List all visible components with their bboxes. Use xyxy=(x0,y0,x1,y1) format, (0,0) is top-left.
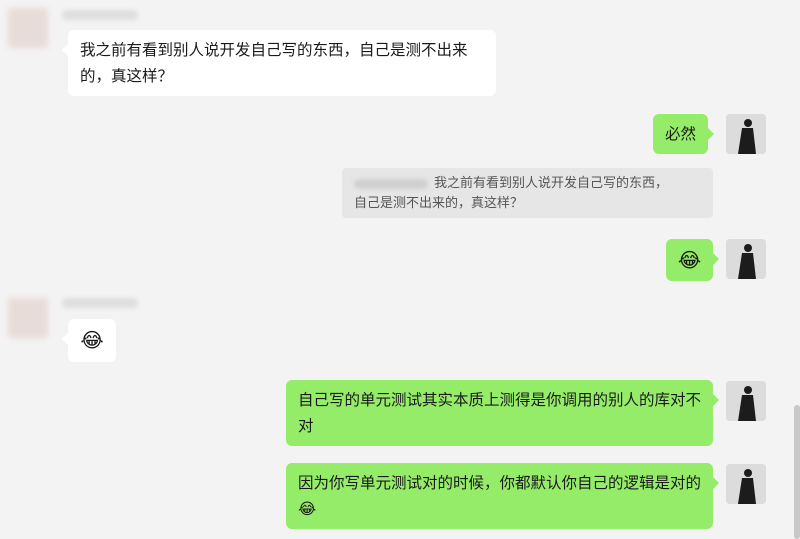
laughing-crying-emoji: 😂 xyxy=(80,328,104,352)
quote-author-redacted xyxy=(354,178,428,189)
message-text: 因为你写单元测试对的时候，你都默认你自己的逻辑是对的 xyxy=(298,474,702,492)
chat-scrollbar[interactable] xyxy=(794,405,800,539)
message-text: 自己写的单元测试其实本质上测得是你调用的别人的库对不对 xyxy=(298,391,702,435)
peer-nickname xyxy=(62,298,138,308)
self-message-bubble[interactable]: 因为你写单元测试对的时候，你都默认你自己的逻辑是对的 😂 xyxy=(286,463,719,529)
laughing-crying-emoji: 😂 xyxy=(298,500,317,518)
person-silhouette-icon xyxy=(726,381,766,421)
peer-nickname xyxy=(62,10,138,20)
person-silhouette-icon xyxy=(726,114,766,154)
self-message-bubble[interactable]: 必然 xyxy=(653,114,715,154)
peer-avatar[interactable] xyxy=(8,8,48,48)
message-text: 我之前有看到别人说开发自己写的东西，自己是测不出来的，真这样？ xyxy=(80,41,468,85)
peer-avatar[interactable] xyxy=(8,298,48,338)
laughing-crying-emoji: 😂 xyxy=(677,248,702,272)
self-avatar[interactable] xyxy=(726,114,766,154)
peer-message-bubble[interactable]: 我之前有看到别人说开发自己写的东西，自己是测不出来的，真这样？ xyxy=(62,30,496,96)
self-avatar[interactable] xyxy=(726,239,766,279)
peer-emoji-bubble[interactable]: 😂 xyxy=(62,319,116,362)
self-avatar[interactable] xyxy=(726,464,766,504)
message-text: 必然 xyxy=(665,125,697,143)
person-silhouette-icon xyxy=(726,239,766,279)
self-avatar[interactable] xyxy=(726,381,766,421)
self-message-bubble[interactable]: 自己写的单元测试其实本质上测得是你调用的别人的库对不对 xyxy=(286,380,719,446)
quote-line-1: 我之前有看到别人说开发自己写的东西， xyxy=(354,174,701,194)
quoted-message[interactable]: 我之前有看到别人说开发自己写的东西， 自己是测不出来的，真这样？ xyxy=(342,168,713,218)
quote-line-2: 自己是测不出来的，真这样？ xyxy=(354,196,524,211)
self-emoji-bubble[interactable]: 😂 xyxy=(666,239,719,281)
person-silhouette-icon xyxy=(726,464,766,504)
